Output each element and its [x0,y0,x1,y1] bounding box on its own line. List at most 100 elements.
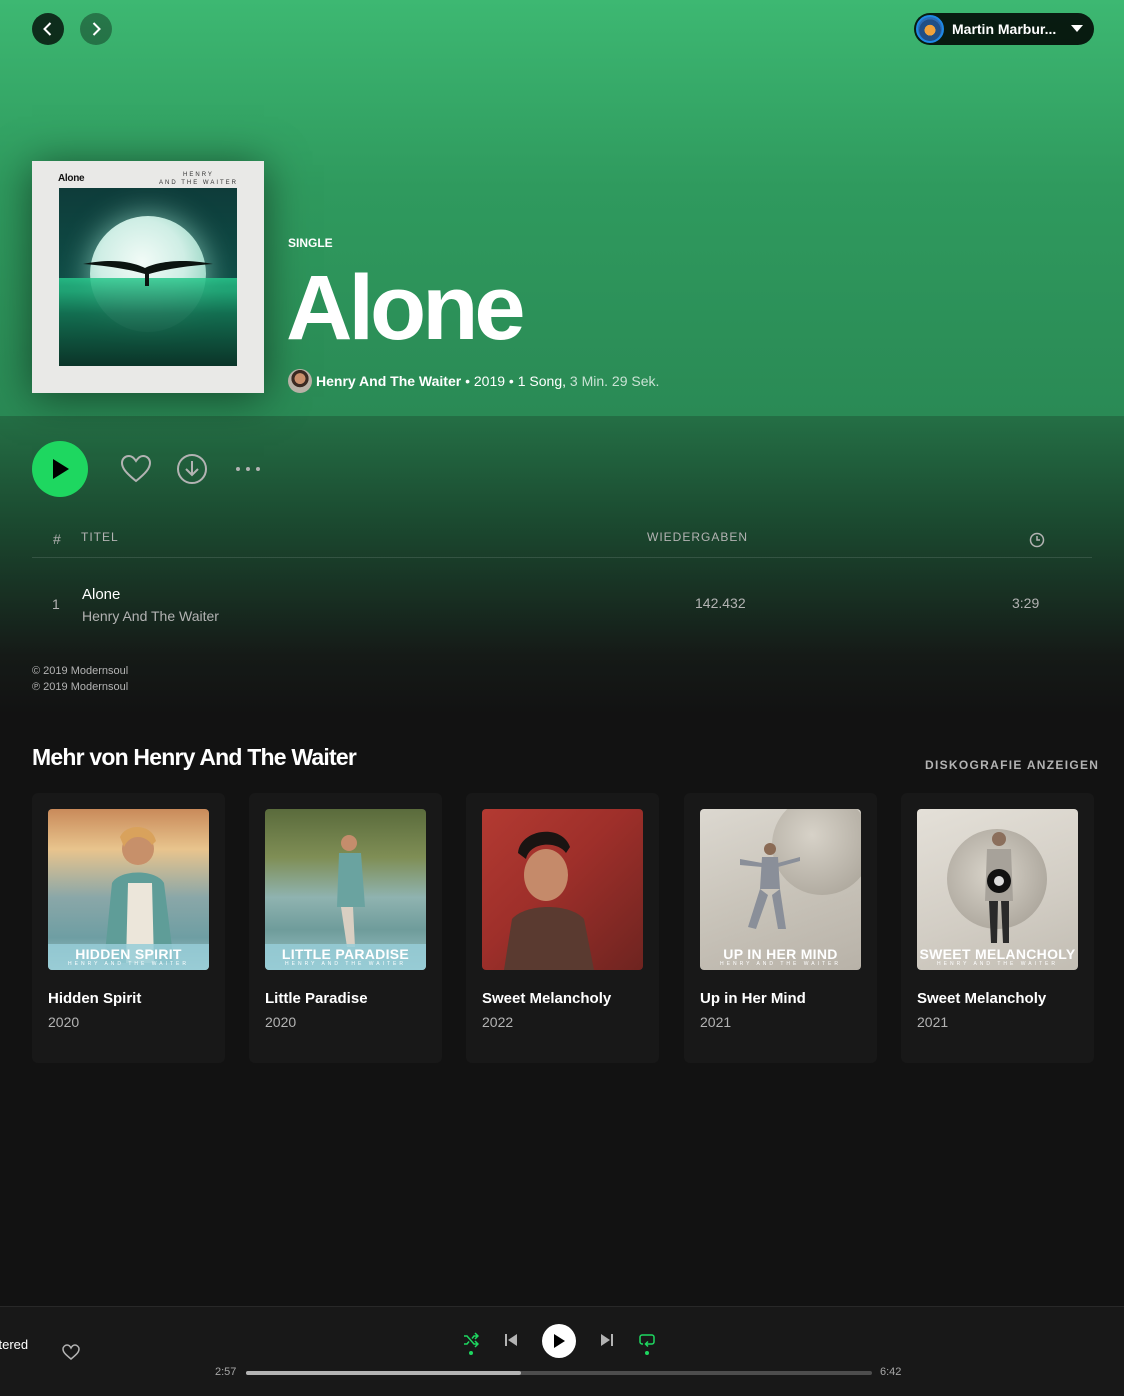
shuffle-active-dot [469,1351,473,1355]
player-bar: stered 2:57 6:42 [0,1306,1124,1396]
now-playing-like-button[interactable] [62,1344,80,1365]
like-button[interactable] [118,451,154,487]
cover-artist: HENRY AND THE WAITER [159,171,238,187]
album-card[interactable]: UP IN HER MIND HENRY AND THE WAITER Up i… [684,793,877,1063]
skip-back-icon [505,1334,517,1346]
table-row[interactable]: 1 Alone Henry And The Waiter 142.432 3:2… [32,580,1092,628]
copyright-line: © 2019 Modernsoul [32,665,129,677]
band-subtitle: HENRY AND THE WAITER [68,960,189,967]
download-button[interactable] [175,452,209,486]
next-button[interactable] [596,1329,618,1351]
chevron-left-icon [43,22,52,36]
band-title: LITTLE PARADISE [281,945,410,962]
album-card[interactable]: LITTLE PARADISE HENRY AND THE WAITER Lit… [249,793,442,1063]
cover-title: Alone [58,173,85,184]
cover-artwork [59,188,237,366]
artist-link[interactable]: Henry And The Waiter [316,373,461,389]
column-plays[interactable]: WIEDERGABEN [647,530,748,544]
discography-link[interactable]: DISKOGRAFIE ANZEIGEN [925,758,1099,772]
album-card-title[interactable]: Sweet Melancholy [917,990,1046,1007]
header-gradient [0,416,1124,716]
artist-avatar [288,369,312,393]
play-icon [554,1334,565,1348]
column-title[interactable]: TITEL [81,530,119,544]
section-title[interactable]: Mehr von Henry And The Waiter [32,744,357,771]
album-card-year: 2021 [700,1014,732,1030]
band-subtitle: HENRY AND THE WAITER [720,960,841,967]
person-illustration [337,835,365,947]
more-options-button[interactable] [232,458,264,480]
total-time: 6:42 [880,1366,902,1378]
album-card[interactable]: Sweet Melancholy 2022 [466,793,659,1063]
album-duration: 3 Min. 29 Sek. [569,373,660,389]
phonographic-line: ℗ 2019 Modernsoul [32,681,129,693]
play-button[interactable] [32,441,88,497]
user-menu-button[interactable]: Martin Marbur... [914,13,1094,45]
band-title: HIDDEN SPIRIT [75,945,182,962]
meta-separator: • [461,373,474,389]
player-play-button[interactable] [542,1324,576,1358]
album-card[interactable]: SWEET MELANCHOLY HENRY AND THE WAITER Sw… [901,793,1094,1063]
download-icon [177,454,207,484]
progress-bar[interactable] [246,1371,872,1375]
bird-illustration [83,261,213,286]
band-title: UP IN HER MIND [723,945,838,962]
now-playing-title[interactable]: stered [0,1337,28,1352]
album-card-year: 2021 [917,1014,949,1030]
album-card-title[interactable]: Up in Her Mind [700,990,806,1007]
previous-button[interactable] [500,1329,522,1351]
column-number: # [53,531,62,547]
elapsed-time: 2:57 [215,1366,237,1378]
meta-separator: • [505,373,518,389]
heart-icon [62,1344,80,1360]
album-card-cover: UP IN HER MIND HENRY AND THE WAITER [700,809,861,970]
song-count: 1 Song, [517,373,566,389]
album-meta: Henry And The Waiter • 2019 • 1 Song, 3 … [288,369,659,393]
album-card-band: UP IN HER MIND HENRY AND THE WAITER [700,944,861,970]
chevron-right-icon [92,22,101,36]
shuffle-button[interactable] [460,1329,482,1351]
page-title: Alone [286,257,526,359]
album-card-title[interactable]: Hidden Spirit [48,990,141,1007]
album-card[interactable]: HIDDEN SPIRIT HENRY AND THE WAITER Hidde… [32,793,225,1063]
album-type: SINGLE [288,236,333,250]
album-card-title[interactable]: Sweet Melancholy [482,990,611,1007]
album-card-band: LITTLE PARADISE HENRY AND THE WAITER [265,944,426,970]
album-card-title[interactable]: Little Paradise [265,990,368,1007]
caret-down-icon [1071,25,1083,32]
person-illustration [740,843,800,929]
repeat-icon [639,1334,655,1348]
band-subtitle: HENRY AND THE WAITER [937,960,1058,967]
repeat-active-dot [645,1351,649,1355]
shuffle-icon [464,1332,479,1348]
album-card-cover: HIDDEN SPIRIT HENRY AND THE WAITER [48,809,209,970]
table-divider [32,557,1092,558]
repeat-button[interactable] [636,1329,658,1351]
album-card-year: 2020 [265,1014,297,1030]
back-button[interactable] [32,13,64,45]
band-subtitle: HENRY AND THE WAITER [285,960,406,967]
band-title: SWEET MELANCHOLY [919,945,1076,962]
track-title[interactable]: Alone [82,586,120,603]
album-year: 2019 [473,373,506,389]
album-card-cover [482,809,643,970]
clock-icon [1029,532,1045,548]
cover-artist-line2: AND THE WAITER [158,180,238,186]
track-number: 1 [52,596,60,612]
play-icon [53,459,69,479]
album-card-band: SWEET MELANCHOLY HENRY AND THE WAITER [917,944,1078,970]
track-plays: 142.432 [695,595,746,611]
user-name: Martin Marbur... [952,21,1057,37]
album-card-year: 2022 [482,1014,514,1030]
avatar [916,15,944,43]
more-icon [236,467,260,471]
person-illustration [504,831,594,970]
album-card-cover: LITTLE PARADISE HENRY AND THE WAITER [265,809,426,970]
person-illustration [104,826,174,963]
album-card-band: HIDDEN SPIRIT HENRY AND THE WAITER [48,944,209,970]
track-artist[interactable]: Henry And The Waiter [82,608,219,624]
cover-artist-line1: HENRY [183,172,214,178]
progress-fill [246,1371,522,1375]
heart-icon [120,454,152,483]
forward-button[interactable] [80,13,112,45]
